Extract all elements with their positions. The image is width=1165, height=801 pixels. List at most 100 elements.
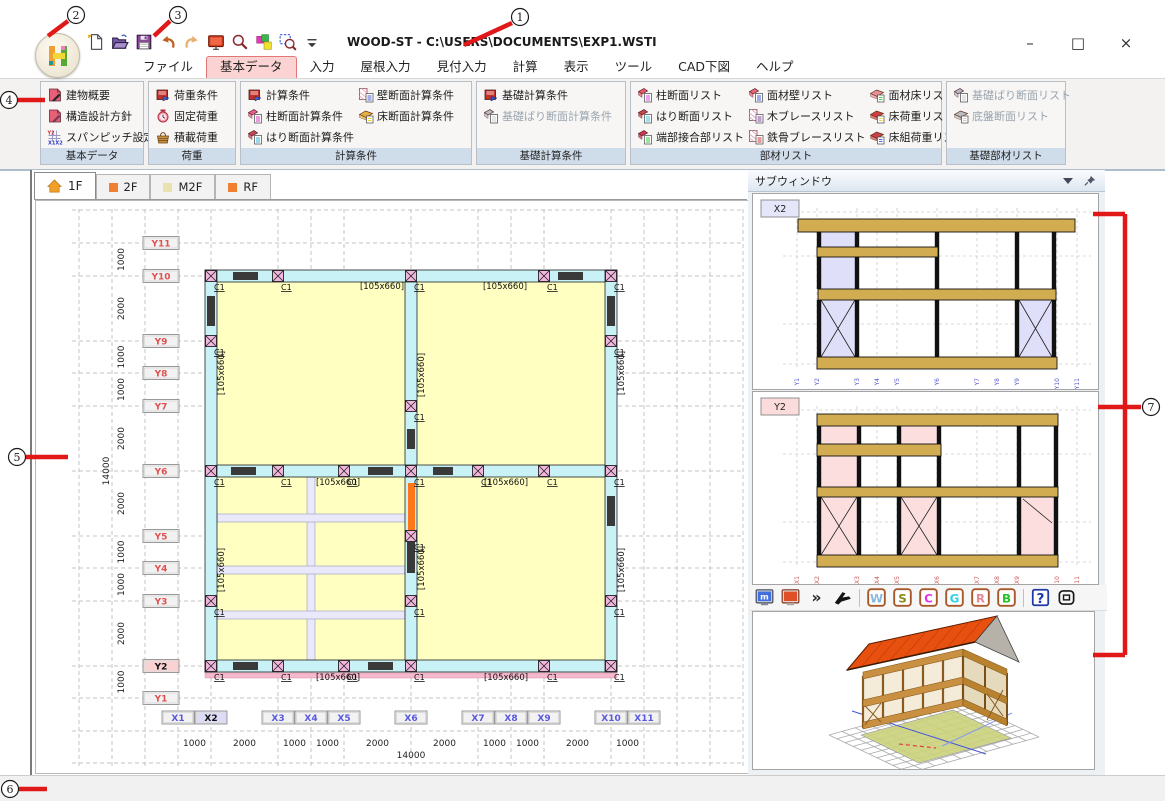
color-palette-icon[interactable] — [255, 33, 273, 51]
ribbon-button-端部接合部リスト[interactable]: 端部接合部リスト — [635, 126, 746, 147]
ribbon-button-建物概要[interactable]: 建物概要 — [45, 84, 157, 105]
column-marker[interactable] — [206, 336, 217, 347]
pin-icon[interactable] — [1083, 175, 1097, 187]
x-axis-button-X1[interactable]: X1 — [162, 711, 194, 724]
menu-tab-計算[interactable]: 計算 — [500, 56, 551, 78]
open-file-icon[interactable] — [111, 33, 129, 51]
maximize-button[interactable]: □ — [1067, 33, 1089, 53]
elevation-view-y2[interactable]: X1X2X3X4X5X6X7X8X9X10X11Y2 — [752, 391, 1099, 585]
3d-model-view[interactable] — [752, 611, 1095, 770]
menu-tab-ファイル[interactable]: ファイル — [130, 56, 206, 78]
display-icon[interactable] — [207, 33, 225, 51]
y-axis-button-Y8[interactable]: Y8 — [143, 367, 179, 380]
customize-icon[interactable] — [303, 33, 321, 51]
redo-icon[interactable] — [183, 33, 201, 51]
column-marker[interactable] — [206, 466, 217, 477]
x-axis-button-X4[interactable]: X4 — [295, 711, 327, 724]
layer-R-icon[interactable]: R — [971, 588, 990, 607]
y-axis-button-Y10[interactable]: Y10 — [143, 270, 179, 283]
column-marker[interactable] — [206, 271, 217, 282]
column-marker[interactable] — [606, 596, 617, 607]
layer-W-icon[interactable]: W — [867, 588, 886, 607]
y-axis-button-Y6[interactable]: Y6 — [143, 465, 179, 478]
layer-S-icon[interactable]: S — [893, 588, 912, 607]
ribbon-button-はり断面計算条件[interactable]: はり断面計算条件 — [245, 126, 356, 147]
undo-icon[interactable] — [159, 33, 177, 51]
ribbon-button-床断面計算条件[interactable]: 床断面計算条件 — [356, 105, 456, 126]
floor-tab-1F[interactable]: 1F — [34, 172, 96, 199]
x-axis-button-X3[interactable]: X3 — [262, 711, 294, 724]
ribbon-button-スパンピッチ設定[interactable]: Y2X1X2スパンピッチ設定 — [45, 126, 157, 147]
ribbon-button-壁断面計算条件[interactable]: 壁断面計算条件 — [356, 84, 456, 105]
column-marker[interactable] — [539, 466, 550, 477]
ribbon-button-計算条件[interactable]: 計算条件 — [245, 84, 356, 105]
help-icon[interactable]: ? — [1031, 588, 1050, 607]
column-marker[interactable] — [339, 466, 350, 477]
column-marker[interactable] — [273, 661, 284, 672]
x-axis-button-X2[interactable]: X2 — [195, 711, 227, 724]
column-marker[interactable] — [606, 271, 617, 282]
y-axis-button-Y9[interactable]: Y9 — [143, 335, 179, 348]
floor-tab-RF[interactable]: RF — [215, 174, 271, 199]
x-axis-button-X5[interactable]: X5 — [328, 711, 360, 724]
ribbon-button-積載荷重[interactable]: 積載荷重 — [153, 126, 220, 147]
menu-tab-屋根入力[interactable]: 屋根入力 — [348, 56, 424, 78]
minimize-button[interactable]: – — [1019, 33, 1041, 53]
column-marker[interactable] — [406, 401, 417, 412]
ribbon-button-木ブレースリスト[interactable]: 木ブレースリスト — [746, 105, 867, 126]
app-menu-button[interactable] — [35, 33, 80, 78]
monitor-m-icon[interactable]: m — [755, 588, 774, 607]
layer-G-icon[interactable]: G — [945, 588, 964, 607]
menu-tab-CAD下図[interactable]: CAD下図 — [665, 56, 743, 78]
floor-tab-2F[interactable]: 2F — [96, 174, 151, 199]
column-marker[interactable] — [606, 466, 617, 477]
zoom-region-icon[interactable] — [279, 33, 297, 51]
ribbon-button-構造設計方針[interactable]: 構造設計方針 — [45, 105, 157, 126]
menu-tab-ツール[interactable]: ツール — [602, 56, 666, 78]
x-axis-button-X10[interactable]: X10 — [595, 711, 627, 724]
layer-B-icon[interactable]: B — [997, 588, 1016, 607]
column-marker[interactable] — [406, 271, 417, 282]
y-axis-button-Y4[interactable]: Y4 — [143, 562, 179, 575]
save-icon[interactable] — [135, 33, 153, 51]
column-marker[interactable] — [406, 661, 417, 672]
x-axis-button-X9[interactable]: X9 — [528, 711, 560, 724]
monitor-icon[interactable] — [781, 588, 800, 607]
expand-icon[interactable]: » — [807, 588, 826, 607]
menu-tab-表示[interactable]: 表示 — [551, 56, 602, 78]
column-marker[interactable] — [206, 596, 217, 607]
y-axis-button-Y7[interactable]: Y7 — [143, 400, 179, 413]
ribbon-button-基礎計算条件[interactable]: 基礎計算条件 — [481, 84, 614, 105]
column-marker[interactable] — [406, 596, 417, 607]
column-marker[interactable] — [339, 661, 350, 672]
elevation-view-x2[interactable]: Y1Y2Y3Y4Y5Y6Y7Y8Y9Y10Y11X2 — [752, 193, 1099, 390]
zoom-icon[interactable] — [231, 33, 249, 51]
menu-tab-入力[interactable]: 入力 — [297, 56, 348, 78]
ribbon-button-柱断面リスト[interactable]: 柱断面リスト — [635, 84, 746, 105]
column-marker[interactable] — [539, 271, 550, 282]
x-axis-button-X11[interactable]: X11 — [628, 711, 660, 724]
close-button[interactable]: × — [1115, 33, 1137, 53]
y-axis-button-Y11[interactable]: Y11 — [143, 237, 179, 250]
column-marker[interactable] — [473, 466, 484, 477]
column-marker[interactable] — [406, 531, 417, 542]
menu-tab-ヘルプ[interactable]: ヘルプ — [743, 56, 807, 78]
menu-tab-見付入力[interactable]: 見付入力 — [424, 56, 500, 78]
ribbon-button-鉄骨ブレースリスト[interactable]: 鉄骨ブレースリスト — [746, 126, 867, 147]
frame-icon[interactable] — [1057, 588, 1076, 607]
y-axis-button-Y5[interactable]: Y5 — [143, 530, 179, 543]
chevron-down-icon[interactable] — [1061, 175, 1075, 187]
x-axis-button-X8[interactable]: X8 — [495, 711, 527, 724]
column-marker[interactable] — [206, 661, 217, 672]
y-axis-button-Y3[interactable]: Y3 — [143, 595, 179, 608]
ribbon-button-荷重条件[interactable]: 荷重条件 — [153, 84, 220, 105]
layer-C-icon[interactable]: C — [919, 588, 938, 607]
y-axis-button-Y2[interactable]: Y2 — [143, 660, 179, 673]
ribbon-button-はり断面リスト[interactable]: はり断面リスト — [635, 105, 746, 126]
menu-tab-基本データ[interactable]: 基本データ — [206, 56, 297, 78]
ribbon-button-柱断面計算条件[interactable]: 柱断面計算条件 — [245, 105, 356, 126]
ribbon-button-面材壁リスト[interactable]: 面材壁リスト — [746, 84, 867, 105]
column-marker[interactable] — [539, 661, 550, 672]
ribbon-button-固定荷重[interactable]: 固定荷重 — [153, 105, 220, 126]
plan-canvas[interactable]: C1C1C1C1C1C1C1C1C1C1C1C1C1C1C1C1C1C1C1C1… — [35, 200, 749, 774]
